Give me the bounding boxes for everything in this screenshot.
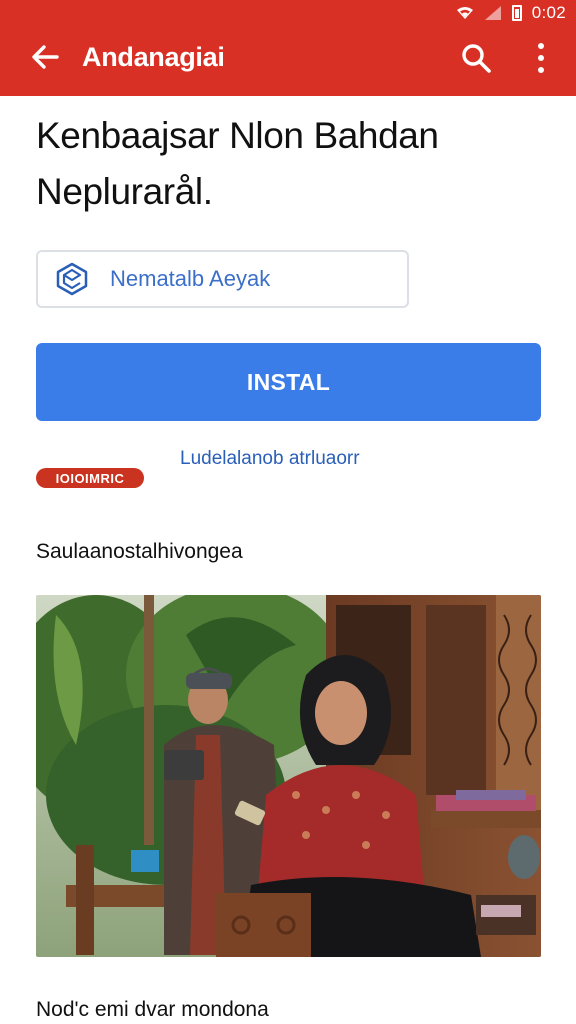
bottom-section-text: Nod'c emi dvar mondona <box>36 998 269 1021</box>
page-title: Kenbaajsar Nlon Bahdan Neplurarål. <box>36 115 439 212</box>
info-link[interactable]: Ludelalanob atrluaorr <box>180 448 360 470</box>
promo-photo <box>36 595 541 957</box>
cube-logo-icon <box>56 262 88 296</box>
status-time: 0:02 <box>531 3 566 22</box>
back-button[interactable] <box>28 40 62 74</box>
wifi-icon <box>456 7 473 19</box>
app-header: 0:02 Andanagiai <box>0 0 576 96</box>
status-badge: IOIOIMRIC <box>36 468 144 488</box>
status-bar: 0:02 <box>456 2 566 24</box>
account-selector[interactable]: Nematalb Aeyak <box>36 250 409 308</box>
more-vert-icon-dot <box>538 55 544 61</box>
photo-illustration <box>36 595 541 957</box>
battery-icon <box>511 5 522 21</box>
arrow-back-icon <box>32 45 59 69</box>
search-button[interactable] <box>458 40 494 76</box>
signal-icon <box>484 6 501 20</box>
install-button[interactable]: INSTAL <box>36 343 541 421</box>
more-vert-icon-dot <box>538 43 544 49</box>
more-vert-icon-dot <box>538 67 544 73</box>
account-field-text: Nematalb Aeyak <box>110 266 271 291</box>
section-title: Saulaanostalhivongea <box>36 540 243 563</box>
more-options-button[interactable] <box>526 40 556 76</box>
search-icon <box>462 44 491 73</box>
app-bar-title: Andanagiai <box>82 42 225 72</box>
